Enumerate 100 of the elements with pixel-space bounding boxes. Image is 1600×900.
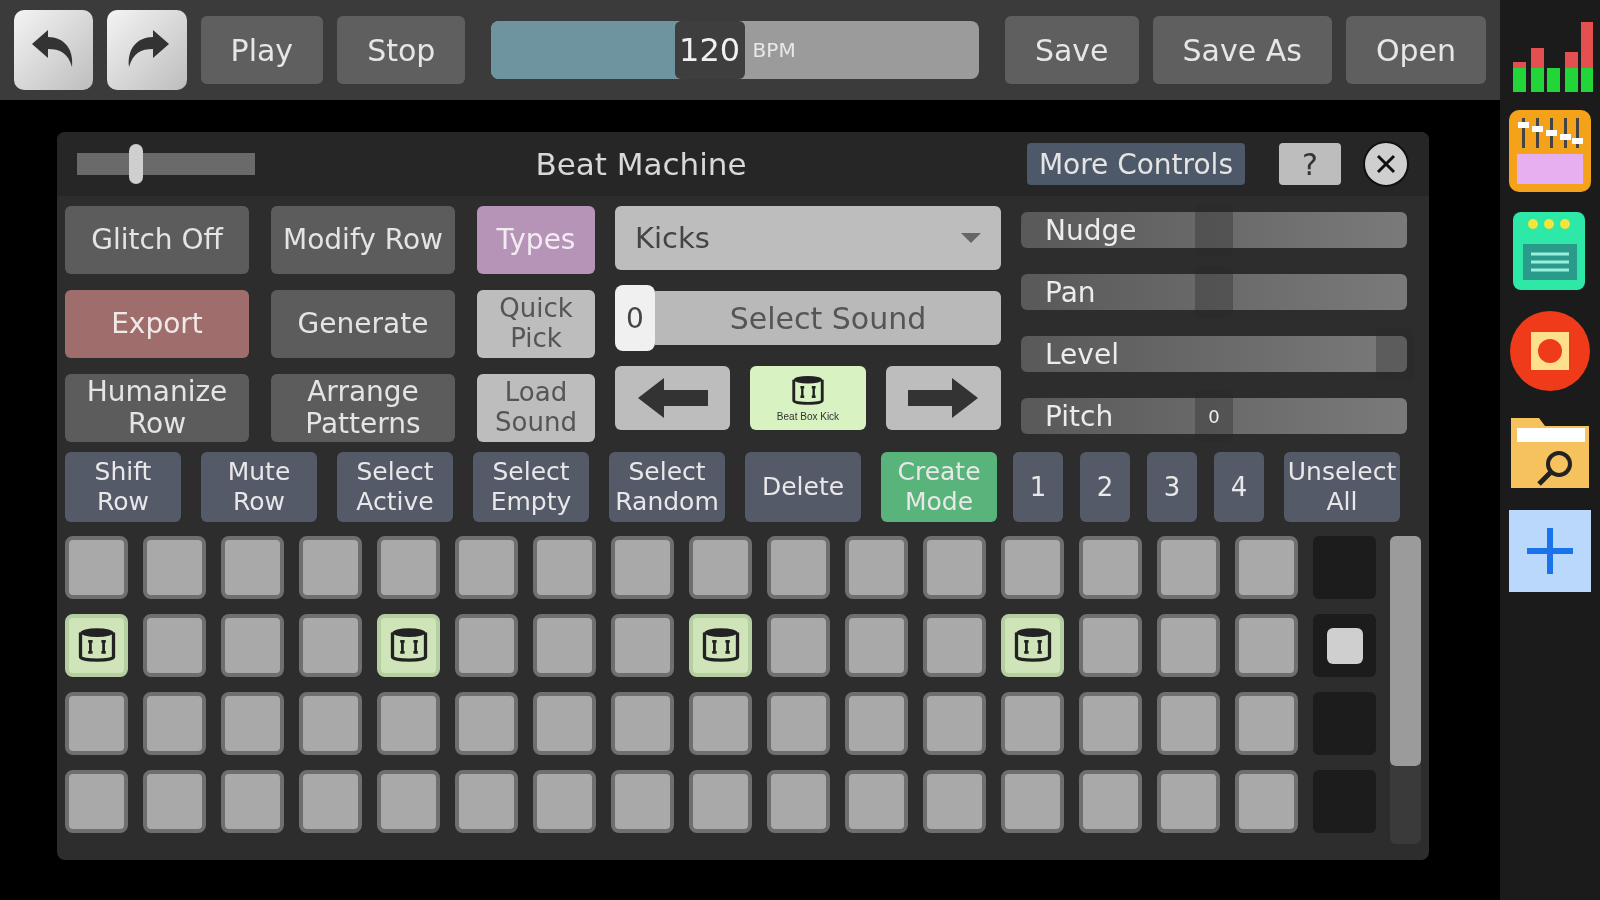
step-cell[interactable]: [533, 770, 596, 833]
step-cell[interactable]: [377, 770, 440, 833]
action-button[interactable]: Export: [65, 290, 249, 358]
step-cell[interactable]: [611, 770, 674, 833]
type-dropdown[interactable]: Kicks: [615, 206, 1001, 270]
step-cell[interactable]: [377, 536, 440, 599]
step-cell[interactable]: [689, 770, 752, 833]
step-cell[interactable]: [221, 770, 284, 833]
pattern-button[interactable]: 2: [1080, 452, 1130, 522]
step-cell[interactable]: [455, 614, 518, 677]
close-button[interactable]: [1363, 141, 1409, 187]
row-button[interactable]: Mute Row: [201, 452, 317, 522]
step-cell[interactable]: [1235, 536, 1298, 599]
step-cell[interactable]: [143, 692, 206, 755]
step-cell[interactable]: [611, 536, 674, 599]
sound-preview-button[interactable]: Beat Box Kick: [750, 366, 866, 430]
action-button[interactable]: Humanize Row: [65, 374, 249, 442]
step-cell[interactable]: [767, 770, 830, 833]
scrollbar-thumb[interactable]: [1390, 536, 1421, 766]
action-button[interactable]: Quick Pick: [477, 290, 595, 358]
step-cell[interactable]: [377, 692, 440, 755]
step-cell[interactable]: [767, 692, 830, 755]
help-button[interactable]: ?: [1279, 143, 1341, 185]
step-cell[interactable]: [845, 692, 908, 755]
step-cell[interactable]: [65, 614, 128, 677]
stop-button[interactable]: Stop: [337, 16, 466, 84]
step-cell[interactable]: [689, 614, 752, 677]
step-cell[interactable]: [689, 536, 752, 599]
row-button[interactable]: Delete: [745, 452, 861, 522]
more-controls-button[interactable]: More Controls: [1026, 143, 1245, 185]
action-button[interactable]: Arrange Patterns: [271, 374, 455, 442]
play-button[interactable]: Play: [200, 16, 324, 84]
action-button[interactable]: Load Sound: [477, 374, 595, 442]
step-cell[interactable]: [221, 614, 284, 677]
step-cell[interactable]: [65, 692, 128, 755]
step-cell[interactable]: [1079, 614, 1142, 677]
step-cell[interactable]: [65, 536, 128, 599]
pattern-button[interactable]: 3: [1147, 452, 1197, 522]
row-button[interactable]: Select Active: [337, 452, 453, 522]
step-cell[interactable]: [455, 770, 518, 833]
step-cell[interactable]: [377, 614, 440, 677]
step-cell[interactable]: [299, 692, 362, 755]
pattern-button[interactable]: 4: [1214, 452, 1264, 522]
row-button[interactable]: Select Empty: [473, 452, 589, 522]
redo-button[interactable]: [107, 10, 187, 90]
sound-index-field[interactable]: 0: [615, 285, 655, 351]
step-cell[interactable]: [1001, 614, 1064, 677]
step-cell[interactable]: [1157, 614, 1220, 677]
step-cell[interactable]: [1001, 692, 1064, 755]
action-button[interactable]: Generate: [271, 290, 455, 358]
step-cell[interactable]: [1079, 536, 1142, 599]
step-cell[interactable]: [299, 536, 362, 599]
step-cell[interactable]: [299, 614, 362, 677]
step-cell[interactable]: [845, 614, 908, 677]
slider-thumb[interactable]: [128, 144, 143, 184]
action-button[interactable]: Glitch Off: [65, 206, 249, 274]
step-cell[interactable]: [767, 614, 830, 677]
step-cell[interactable]: [1235, 770, 1298, 833]
next-button[interactable]: [885, 366, 1001, 430]
action-button[interactable]: Modify Row: [271, 206, 455, 274]
file-button[interactable]: Save: [1004, 16, 1139, 84]
step-cell[interactable]: [1079, 770, 1142, 833]
step-cell[interactable]: [923, 614, 986, 677]
step-cell[interactable]: [533, 536, 596, 599]
pattern-button[interactable]: 1: [1013, 452, 1063, 522]
step-cell[interactable]: [923, 536, 986, 599]
step-cell[interactable]: [1001, 770, 1064, 833]
step-cell[interactable]: [455, 536, 518, 599]
step-cell[interactable]: [1235, 614, 1298, 677]
mixer-icon[interactable]: [1507, 108, 1593, 194]
step-cell[interactable]: [767, 536, 830, 599]
select-sound-button[interactable]: Select Sound: [655, 291, 1001, 345]
step-cell[interactable]: [1079, 692, 1142, 755]
tempo-thumb[interactable]: 120: [674, 21, 745, 79]
undo-button[interactable]: [14, 10, 94, 90]
previous-button[interactable]: [615, 366, 731, 430]
step-cell[interactable]: [923, 770, 986, 833]
step-cell[interactable]: [221, 536, 284, 599]
row-button[interactable]: Shift Row: [65, 452, 181, 522]
step-cell[interactable]: [689, 692, 752, 755]
step-cell[interactable]: [533, 614, 596, 677]
step-cell[interactable]: [143, 536, 206, 599]
record-icon[interactable]: [1507, 308, 1593, 394]
step-cell[interactable]: [845, 536, 908, 599]
step-cell[interactable]: [533, 692, 596, 755]
step-cell[interactable]: [845, 770, 908, 833]
step-cell[interactable]: [455, 692, 518, 755]
row-button[interactable]: Select Random: [609, 452, 725, 522]
row-status[interactable]: [1313, 614, 1376, 677]
step-cell[interactable]: [1157, 770, 1220, 833]
step-cell[interactable]: [143, 770, 206, 833]
step-cell[interactable]: [611, 692, 674, 755]
scrollbar[interactable]: [1390, 536, 1421, 844]
step-cell[interactable]: [1157, 536, 1220, 599]
step-cell[interactable]: [1157, 692, 1220, 755]
unselect-all-button[interactable]: Unselect All: [1284, 452, 1400, 522]
step-cell[interactable]: [923, 692, 986, 755]
step-cell[interactable]: [1235, 692, 1298, 755]
file-button[interactable]: Save As: [1152, 16, 1332, 84]
file-button[interactable]: Open: [1345, 16, 1486, 84]
